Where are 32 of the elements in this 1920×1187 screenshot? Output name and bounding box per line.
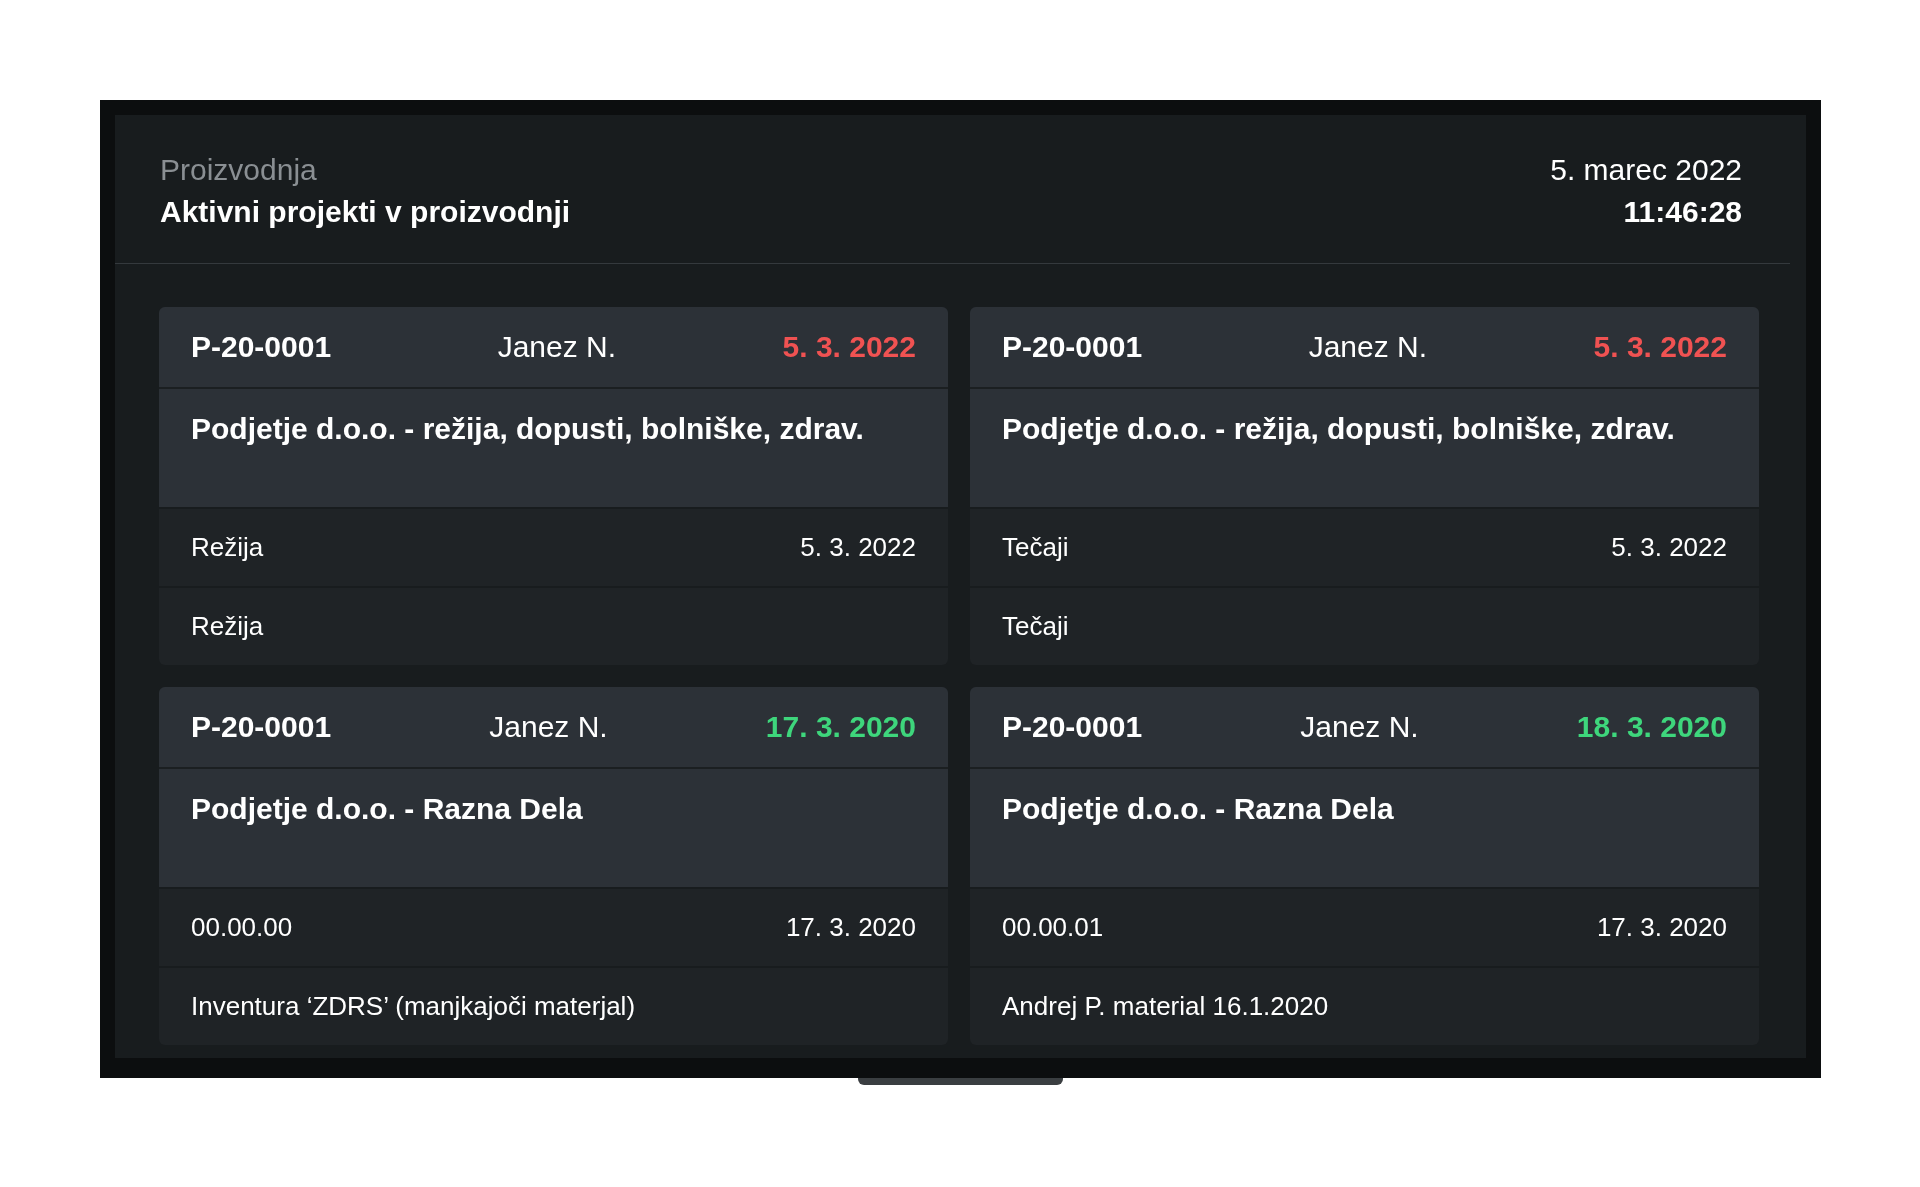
project-code: P-20-0001 (1002, 710, 1143, 744)
person-name: Janez N. (489, 710, 608, 744)
task-label: 00.00.01 (1002, 912, 1104, 943)
project-title: Podjetje d.o.o. - režija, dopusti, bolniške, zdrav. (159, 389, 948, 507)
due-date: 5. 3. 2022 (782, 330, 916, 364)
task-date: 17. 3. 2020 (785, 912, 916, 943)
person-name: Janez N. (1300, 710, 1419, 744)
section-label: Proizvodnja (160, 153, 318, 187)
due-date: 18. 3. 2020 (1576, 710, 1727, 744)
task-label: Tečaji (1002, 611, 1069, 642)
task-date: 17. 3. 2020 (1596, 912, 1727, 943)
page-title: Aktivni projekti v proizvodnji (160, 195, 571, 229)
date-label: 5. marec 2022 (1550, 153, 1742, 187)
task-label: 00.00.00 (191, 912, 293, 943)
task-label: Andrej P. material 16.1.2020 (1002, 991, 1329, 1022)
task-label: Režija (191, 532, 264, 563)
person-name: Janez N. (1308, 330, 1427, 364)
project-code: P-20-0001 (191, 330, 332, 364)
clock-time: 11:46:28 (1623, 195, 1742, 229)
project-code: P-20-0001 (191, 710, 332, 744)
due-date: 17. 3. 2020 (765, 710, 916, 744)
project-title: Podjetje d.o.o. - Razna Dela (159, 769, 948, 887)
task-label: Režija (191, 611, 264, 642)
task-date: 5. 3. 2022 (800, 532, 916, 563)
person-name: Janez N. (497, 330, 616, 364)
project-code: P-20-0001 (1002, 330, 1143, 364)
task-date: 5. 3. 2022 (1611, 532, 1727, 563)
task-label: Tečaji (1002, 532, 1069, 563)
project-title: Podjetje d.o.o. - Razna Dela (970, 769, 1759, 887)
due-date: 5. 3. 2022 (1593, 330, 1727, 364)
project-title: Podjetje d.o.o. - režija, dopusti, bolniške, zdrav. (970, 389, 1759, 507)
task-label: Inventura ‘ZDRS’ (manjkajoči materjal) (191, 991, 636, 1022)
